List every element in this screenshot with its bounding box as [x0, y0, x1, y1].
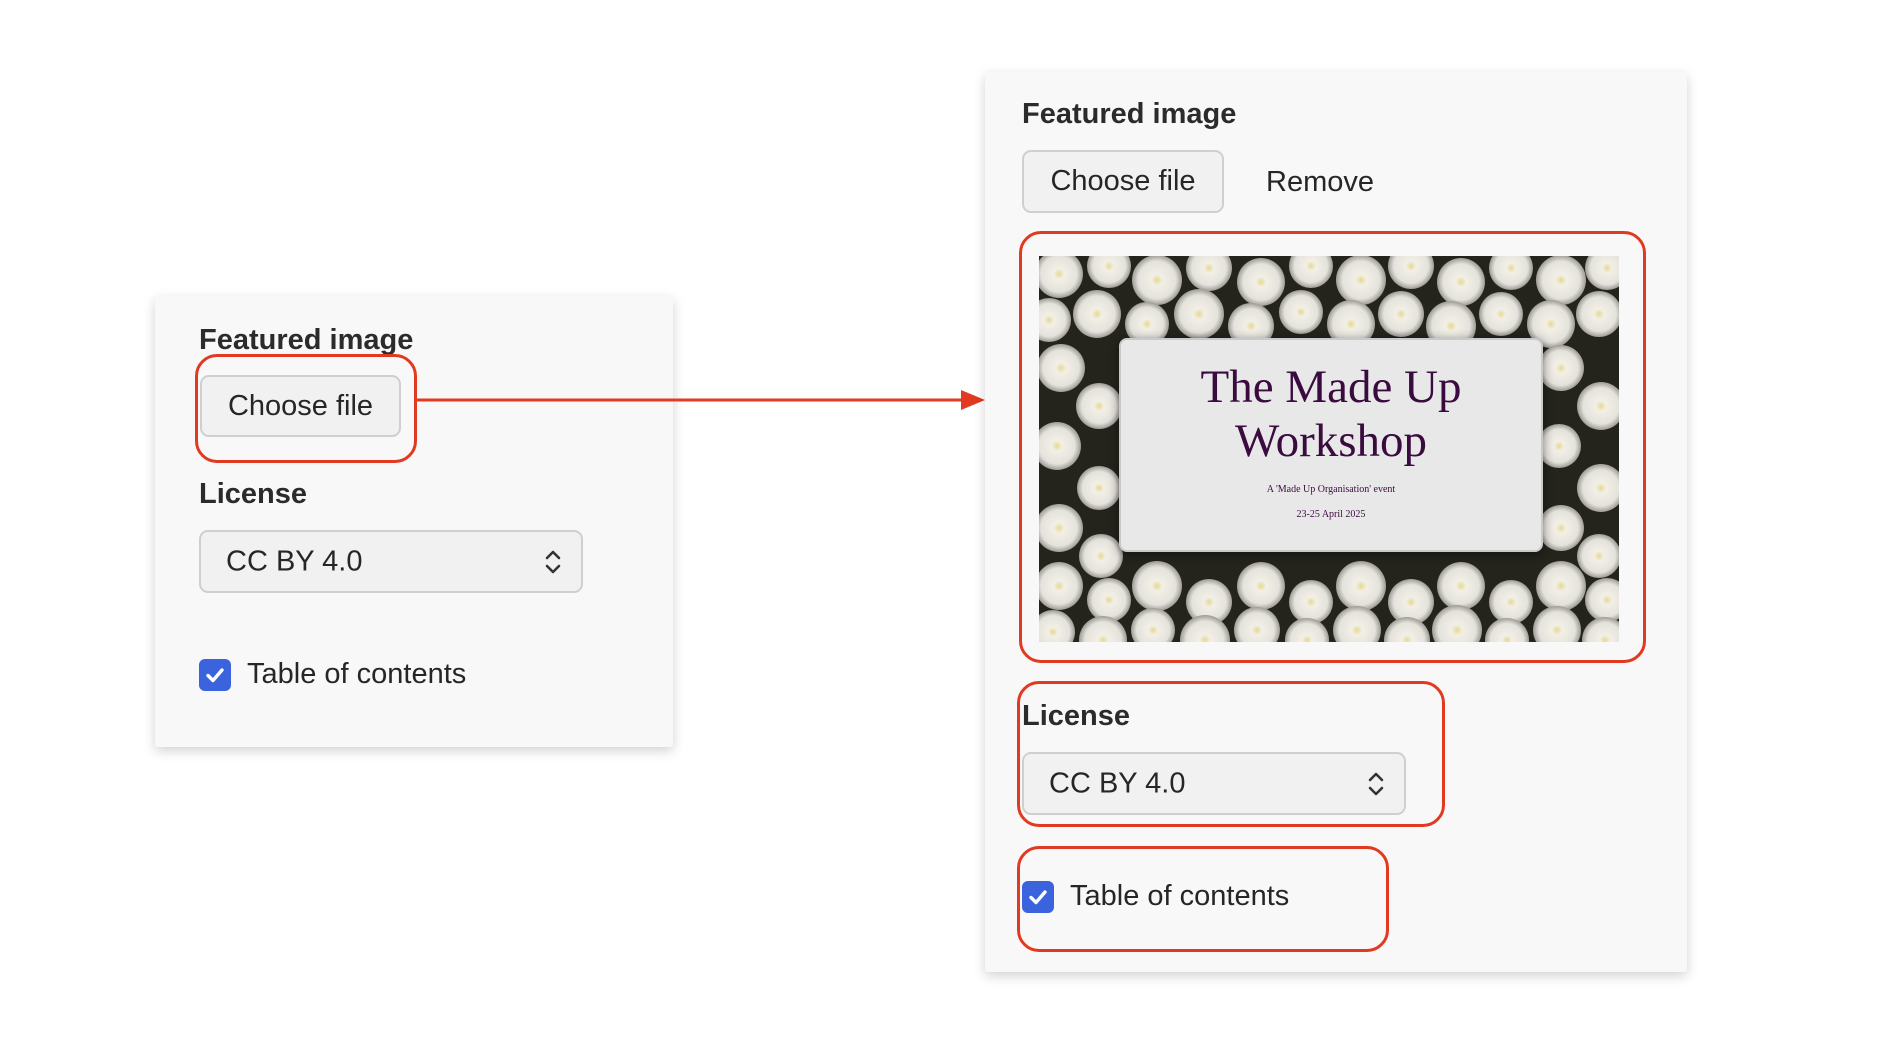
toc-checkbox-row[interactable]: Table of contents — [1022, 880, 1289, 913]
license-label: License — [199, 478, 307, 510]
featured-image-label: Featured image — [199, 324, 414, 356]
checkmark-icon — [1029, 889, 1047, 904]
toc-label: Table of contents — [1070, 880, 1290, 912]
license-label: License — [1022, 700, 1130, 732]
preview-subtitle: A 'Made Up Organisation' event — [1266, 484, 1396, 495]
preview-title-card: The Made Up Workshop A 'Made Up Organisa… — [1119, 338, 1543, 552]
preview-title-line1: The Made Up — [1200, 361, 1462, 413]
license-select-value: CC BY 4.0 — [1049, 767, 1186, 799]
arrow-right-icon — [415, 390, 985, 410]
chevron-up-down-icon — [1368, 772, 1384, 795]
choose-file-button[interactable]: Choose file — [1022, 150, 1224, 213]
toc-checkbox-row[interactable]: Table of contents — [199, 658, 466, 691]
toc-checkbox[interactable] — [199, 658, 231, 691]
toc-label: Table of contents — [247, 658, 467, 690]
checkmark-icon — [206, 667, 224, 682]
license-select[interactable]: CC BY 4.0 — [199, 530, 583, 593]
license-select[interactable]: CC BY 4.0 — [1022, 752, 1406, 815]
featured-image-preview: The Made Up Workshop A 'Made Up Organisa… — [1039, 256, 1619, 642]
featured-image-label: Featured image — [1022, 98, 1237, 130]
chevron-up-down-icon — [545, 550, 561, 573]
preview-date: 23-25 April 2025 — [1296, 509, 1366, 520]
choose-file-button[interactable]: Choose file — [200, 375, 401, 437]
license-select-value: CC BY 4.0 — [226, 545, 363, 577]
toc-checkbox[interactable] — [1022, 880, 1054, 913]
remove-image-button[interactable]: Remove — [1266, 166, 1374, 199]
preview-title-line2: Workshop — [1234, 415, 1428, 467]
